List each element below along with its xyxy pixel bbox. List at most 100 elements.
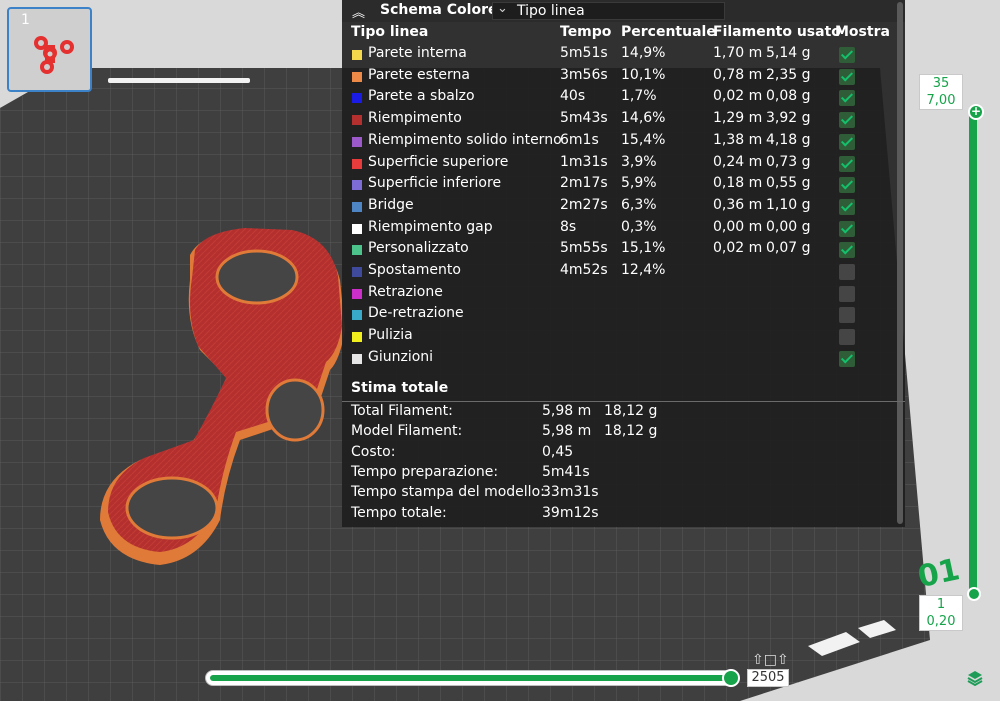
line-type-dropdown[interactable]: ⌄ Tipo linea <box>492 1 725 20</box>
color-swatch <box>352 201 362 212</box>
show-checkbox[interactable] <box>839 68 855 85</box>
estimate-weight: 18,12 g <box>604 423 658 440</box>
move-slider-track[interactable] <box>205 670 738 686</box>
line-filament-weight: 0,73 g <box>766 153 811 170</box>
collapse-chevron-icon[interactable]: ︽ <box>352 2 365 21</box>
color-swatch <box>352 50 362 60</box>
estimate-row: Costo: 0,45 <box>342 444 902 464</box>
show-checkbox[interactable] <box>839 177 855 194</box>
line-type-name: Riempimento gap <box>368 218 493 235</box>
line-type-name: Parete interna <box>368 45 467 61</box>
line-type-name: Parete a sbalzo <box>368 88 475 105</box>
col-header-line-type: Tipo linea <box>351 24 429 40</box>
line-filament-weight: 1,10 g <box>766 196 811 213</box>
line-time: 3m56s <box>560 66 608 83</box>
show-checkbox[interactable] <box>839 307 855 324</box>
line-time: 5m51s <box>560 45 608 61</box>
line-filament-weight: 0,55 g <box>766 175 811 192</box>
line-type-name: Parete esterna <box>368 66 470 83</box>
estimate-row: Tempo totale: 39m12s <box>342 505 902 525</box>
line-type-name: Riempimento <box>368 110 462 127</box>
line-filament-weight: 0,08 g <box>766 88 811 105</box>
layer-slider-bottom-label: 1 0,20 <box>919 595 963 631</box>
show-checkbox[interactable] <box>839 220 855 237</box>
color-scheme-legend-panel: ︽ Schema Colore ⌄ Tipo linea Tipo linea … <box>342 0 905 527</box>
line-filament-length: 0,78 m <box>713 66 763 83</box>
show-checkbox[interactable] <box>839 198 855 215</box>
color-swatch <box>352 93 362 104</box>
line-type-name: Riempimento solido interno <box>368 131 562 148</box>
color-swatch <box>352 353 362 364</box>
bottom-layer-number: 1 <box>936 597 946 612</box>
legend-row: Retrazione <box>342 284 897 305</box>
line-filament-length: 0,18 m <box>713 175 763 192</box>
color-swatch <box>352 115 362 126</box>
show-checkbox[interactable] <box>839 47 855 63</box>
line-percentage: 6,3% <box>621 196 657 213</box>
line-type-name: Spostamento <box>368 262 461 278</box>
layer-slider-top-handle[interactable]: + <box>968 104 984 120</box>
color-swatch <box>352 136 362 147</box>
show-checkbox[interactable] <box>839 350 855 367</box>
estimate-row: Model Filament: 5,98 m 18,12 g <box>342 423 902 443</box>
top-layer-number: 35 <box>932 76 950 91</box>
line-filament-length: 1,70 m <box>713 45 763 61</box>
line-filament-weight: 0,07 g <box>766 240 811 257</box>
legend-row: De-retrazione <box>342 305 897 326</box>
legend-row: Superficie inferiore 2m17s 5,9% 0,18 m 0,55 … <box>342 175 897 196</box>
show-checkbox[interactable] <box>839 285 855 302</box>
show-checkbox[interactable] <box>839 242 855 259</box>
line-filament-length: 0,02 m <box>713 240 763 257</box>
show-checkbox[interactable] <box>839 133 855 150</box>
layer-slider-track[interactable] <box>969 110 977 597</box>
show-checkbox[interactable] <box>839 112 855 129</box>
line-type-name: Personalizzato <box>368 240 469 257</box>
line-percentage: 3,9% <box>621 153 657 170</box>
show-checkbox[interactable] <box>839 90 855 107</box>
line-time: 6m1s <box>560 131 599 148</box>
estimate-label: Tempo preparazione: <box>351 463 499 480</box>
show-checkbox[interactable] <box>839 264 855 280</box>
show-checkbox[interactable] <box>839 155 855 172</box>
legend-row: Bridge 2m27s 6,3% 0,36 m 1,10 g <box>342 197 897 218</box>
plate-thumbnail[interactable]: 1 <box>7 7 92 92</box>
estimate-value: 0,45 <box>542 443 574 460</box>
estimate-value: 33m31s <box>542 484 599 501</box>
legend-row: Parete interna 5m51s 14,9% 1,70 m 5,14 g <box>342 45 897 66</box>
spinner-thumbnail-icon <box>34 36 74 74</box>
move-slider-fill <box>210 675 730 681</box>
estimate-value: 39m12s <box>542 504 599 521</box>
estimate-weight: 18,12 g <box>604 403 658 419</box>
line-type-name: Superficie inferiore <box>368 175 502 192</box>
estimate-label: Model Filament: <box>351 423 463 440</box>
line-filament-weight: 0,00 g <box>766 218 811 235</box>
line-filament-weight: 2,35 g <box>766 66 811 83</box>
estimate-row: Tempo preparazione: 5m41s <box>342 464 902 484</box>
layer-slider-bottom-handle[interactable] <box>967 587 981 601</box>
line-filament-length: 0,24 m <box>713 153 763 170</box>
line-time: 2m27s <box>560 196 608 213</box>
color-swatch <box>352 310 362 321</box>
legend-row: Riempimento solido interno 6m1s 15,4% 1,38 … <box>342 132 897 153</box>
estimate-label: Tempo stampa del modello: <box>351 484 545 501</box>
color-swatch <box>352 267 362 277</box>
line-time: 2m17s <box>560 175 608 192</box>
total-estimate-title: Stima totale <box>351 380 449 396</box>
line-time: 1m31s <box>560 153 608 170</box>
color-swatch <box>352 71 362 82</box>
legend-row: Spostamento 4m52s 12,4% <box>342 262 897 283</box>
line-type-name: Giunzioni <box>368 348 434 365</box>
move-slider-handle[interactable] <box>722 669 740 687</box>
color-swatch <box>352 223 362 234</box>
col-header-filament-used: Filamento usato <box>713 24 841 40</box>
line-filament-length: 1,38 m <box>713 131 763 148</box>
legend-row: Riempimento 5m43s 14,6% 1,29 m 3,92 g <box>342 110 897 131</box>
line-filament-length: 0,36 m <box>713 196 763 213</box>
line-type-dropdown-value: Tipo linea <box>517 3 585 19</box>
show-checkbox[interactable] <box>839 329 855 346</box>
legend-row: Superficie superiore 1m31s 3,9% 0,24 m 0,73 … <box>342 154 897 175</box>
layers-icon[interactable] <box>966 669 984 687</box>
color-swatch <box>352 288 362 299</box>
estimate-row: Total Filament: 5,98 m 18,12 g <box>342 403 902 423</box>
estimate-label: Tempo totale: <box>351 504 447 521</box>
